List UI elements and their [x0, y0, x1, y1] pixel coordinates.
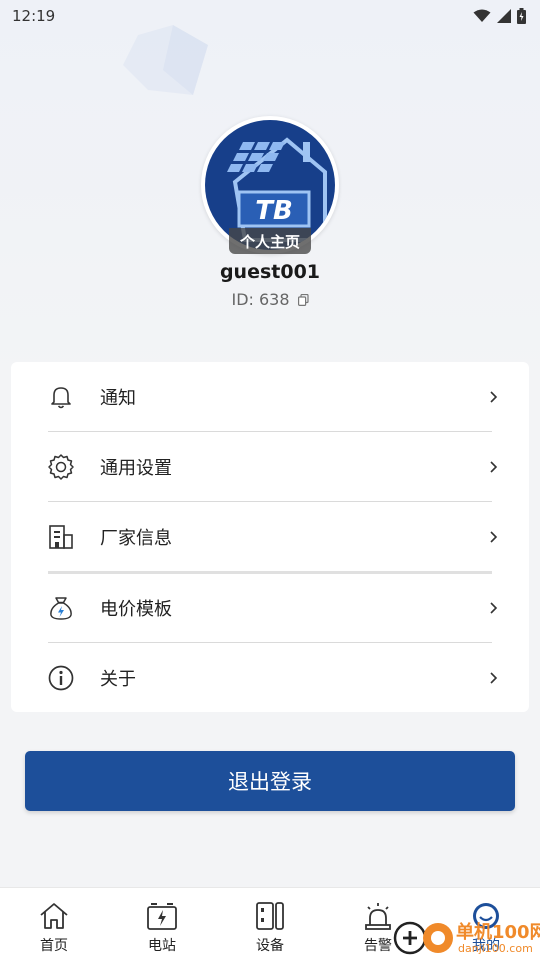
money-bag-icon: [47, 594, 75, 622]
chevron-right-icon: [490, 531, 498, 543]
watermark-text: 单机100网: [456, 922, 540, 943]
nav-label: 电站: [148, 938, 176, 954]
chevron-right-icon: [490, 602, 498, 614]
menu-item-general-settings[interactable]: 通用设置: [11, 432, 529, 502]
status-icons: [473, 8, 526, 24]
gear-icon: [47, 453, 75, 481]
nav-item-devices[interactable]: 设备: [216, 888, 324, 960]
background-cube-decoration: [123, 25, 208, 95]
menu-item-label: 关于: [100, 669, 136, 690]
watermark-logo-icon: [393, 921, 453, 955]
bell-icon: [47, 383, 75, 411]
avatar-container[interactable]: TB 个人主页: [201, 116, 339, 254]
nav-label: 设备: [256, 938, 284, 954]
chevron-right-icon: [490, 672, 498, 684]
menu-item-label: 厂家信息: [100, 528, 172, 549]
menu-item-manufacturer-info[interactable]: 厂家信息: [11, 502, 529, 572]
status-time: 12:19: [12, 7, 56, 25]
copy-icon[interactable]: [297, 293, 309, 306]
nav-label: 首页: [40, 938, 68, 954]
svg-text:TB: TB: [255, 196, 293, 226]
nav-label: 告警: [364, 938, 392, 954]
battery-icon: [517, 8, 526, 24]
status-bar: 12:19: [0, 0, 540, 32]
user-id: ID: 638: [231, 290, 290, 309]
menu-item-notifications[interactable]: 通知: [11, 362, 529, 432]
menu-item-electricity-price-template[interactable]: 电价模板: [11, 573, 529, 643]
logout-button[interactable]: 退出登录: [25, 751, 515, 811]
menu-item-label: 通知: [100, 388, 136, 409]
chevron-right-icon: [490, 461, 498, 473]
user-id-row: ID: 638: [0, 290, 540, 309]
username: guest001: [219, 261, 321, 283]
watermark-overlay: 单机100网 danji100.com: [392, 912, 540, 960]
nav-item-station[interactable]: 电站: [108, 888, 216, 960]
building-icon: [47, 523, 75, 551]
watermark-subtext: danji100.com: [458, 942, 533, 955]
settings-menu-card: 通知 通用设置 厂家信息 电价模板 关于: [11, 362, 529, 712]
info-icon: [47, 664, 75, 692]
profile-page-badge[interactable]: 个人主页: [229, 228, 311, 254]
chevron-right-icon: [490, 391, 498, 403]
battery-station-icon: [146, 900, 178, 932]
menu-item-about[interactable]: 关于: [11, 643, 529, 713]
alarm-icon: [362, 900, 394, 932]
wifi-icon: [473, 9, 491, 22]
menu-item-label: 通用设置: [100, 458, 172, 479]
device-icon: [254, 900, 286, 932]
menu-item-label: 电价模板: [100, 599, 172, 620]
signal-icon: [497, 9, 511, 23]
nav-item-home[interactable]: 首页: [0, 888, 108, 960]
home-icon: [38, 900, 70, 932]
